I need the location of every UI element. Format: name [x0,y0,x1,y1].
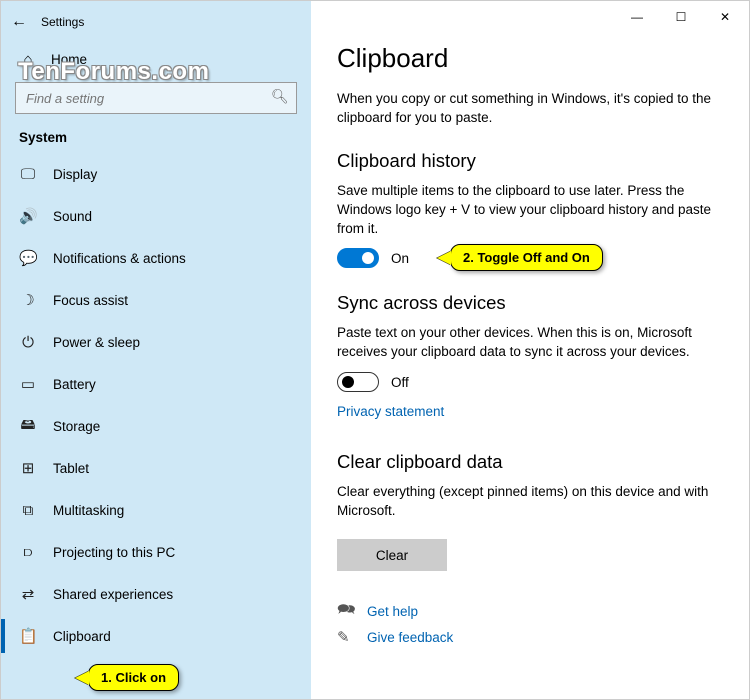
sync-desc: Paste text on your other devices. When t… [337,324,723,362]
storage-icon: 🖴 [19,414,37,439]
clear-desc: Clear everything (except pinned items) o… [337,483,723,521]
sidebar-item-projecting[interactable]: ⫐ Projecting to this PC [1,531,311,573]
sidebar-item-label: Clipboard [53,629,111,644]
multitasking-icon: ⧉ [19,502,37,519]
sidebar-item-label: Tablet [53,461,89,476]
sidebar-item-label: Focus assist [53,293,128,308]
sound-icon: 🔊 [19,207,37,225]
tablet-icon: ⊞ [19,459,37,477]
callout-toggle: 2. Toggle Off and On [450,244,603,271]
titlebar-left: ← Settings [1,7,311,37]
sidebar-item-tablet[interactable]: ⊞ Tablet [1,447,311,489]
help-icon: 🗪 [337,599,355,624]
history-heading: Clipboard history [337,150,723,172]
sidebar-item-notifications[interactable]: 💬 Notifications & actions [1,237,311,279]
sidebar-section-label: System [1,124,311,153]
sidebar-item-label: Shared experiences [53,587,173,602]
focus-icon: ☽ [19,291,37,309]
toggle-knob [362,252,374,264]
projecting-icon: ⫐ [19,544,37,561]
sidebar-item-label: Projecting to this PC [53,545,175,560]
sidebar-item-shared-experiences[interactable]: ⇄ Shared experiences [1,573,311,615]
back-button[interactable]: ← [1,13,37,31]
sidebar-item-label: Notifications & actions [53,251,186,266]
feedback-row[interactable]: ✎ Give feedback [337,628,723,646]
clear-heading: Clear clipboard data [337,451,723,473]
notifications-icon: 💬 [19,249,37,267]
callout-click-on: 1. Click on [88,664,179,691]
history-toggle-label: On [391,251,409,266]
sidebar-item-multitasking[interactable]: ⧉ Multitasking [1,489,311,531]
maximize-button[interactable]: ☐ [659,3,703,31]
sidebar: ← Settings ⌂ Home 🔍︎ System 🖵 Display 🔊 … [1,1,311,699]
sidebar-item-label: Sound [53,209,92,224]
feedback-icon: ✎ [337,628,355,646]
settings-window: ← Settings ⌂ Home 🔍︎ System 🖵 Display 🔊 … [0,0,750,700]
sync-toggle[interactable] [337,372,379,392]
sidebar-item-label: Battery [53,377,96,392]
get-help-row[interactable]: 🗪 Get help [337,599,723,624]
history-toggle[interactable] [337,248,379,268]
privacy-link[interactable]: Privacy statement [337,404,444,419]
feedback-link: Give feedback [367,630,453,645]
sidebar-item-display[interactable]: 🖵 Display [1,153,311,195]
sidebar-item-home[interactable]: ⌂ Home [1,43,311,76]
battery-icon: ▭ [19,375,37,393]
sync-toggle-row: Off [337,372,723,392]
display-icon: 🖵 [19,166,37,183]
sidebar-item-label: Storage [53,419,100,434]
sidebar-item-label: Display [53,167,97,182]
sync-heading: Sync across devices [337,292,723,314]
search-icon[interactable]: 🔍︎ [271,88,291,108]
window-title: Settings [41,15,84,29]
home-label: Home [51,52,87,67]
clear-button[interactable]: Clear [337,539,447,571]
sidebar-nav-list: 🖵 Display 🔊 Sound 💬 Notifications & acti… [1,153,311,699]
intro-text: When you copy or cut something in Window… [337,90,723,128]
content-pane: — ☐ ✕ Clipboard When you copy or cut som… [311,1,749,699]
home-icon: ⌂ [19,51,37,68]
history-desc: Save multiple items to the clipboard to … [337,182,723,239]
toggle-knob [342,376,354,388]
window-controls: — ☐ ✕ [615,3,747,31]
shared-icon: ⇄ [19,585,37,603]
close-button[interactable]: ✕ [703,3,747,31]
search-input[interactable] [15,82,297,114]
minimize-button[interactable]: — [615,3,659,31]
sidebar-item-clipboard[interactable]: 📋 Clipboard [1,615,311,657]
sidebar-item-label: Multitasking [53,503,124,518]
clipboard-icon: 📋 [19,627,37,645]
sidebar-item-sound[interactable]: 🔊 Sound [1,195,311,237]
get-help-link: Get help [367,604,418,619]
sync-toggle-label: Off [391,375,409,390]
page-title: Clipboard [337,43,723,74]
sidebar-item-storage[interactable]: 🖴 Storage [1,405,311,447]
power-icon: ⏻ [19,334,37,351]
sidebar-item-power-sleep[interactable]: ⏻ Power & sleep [1,321,311,363]
sidebar-item-label: Power & sleep [53,335,140,350]
sidebar-item-focus-assist[interactable]: ☽ Focus assist [1,279,311,321]
search-wrap: 🔍︎ [15,82,297,114]
sidebar-item-battery[interactable]: ▭ Battery [1,363,311,405]
